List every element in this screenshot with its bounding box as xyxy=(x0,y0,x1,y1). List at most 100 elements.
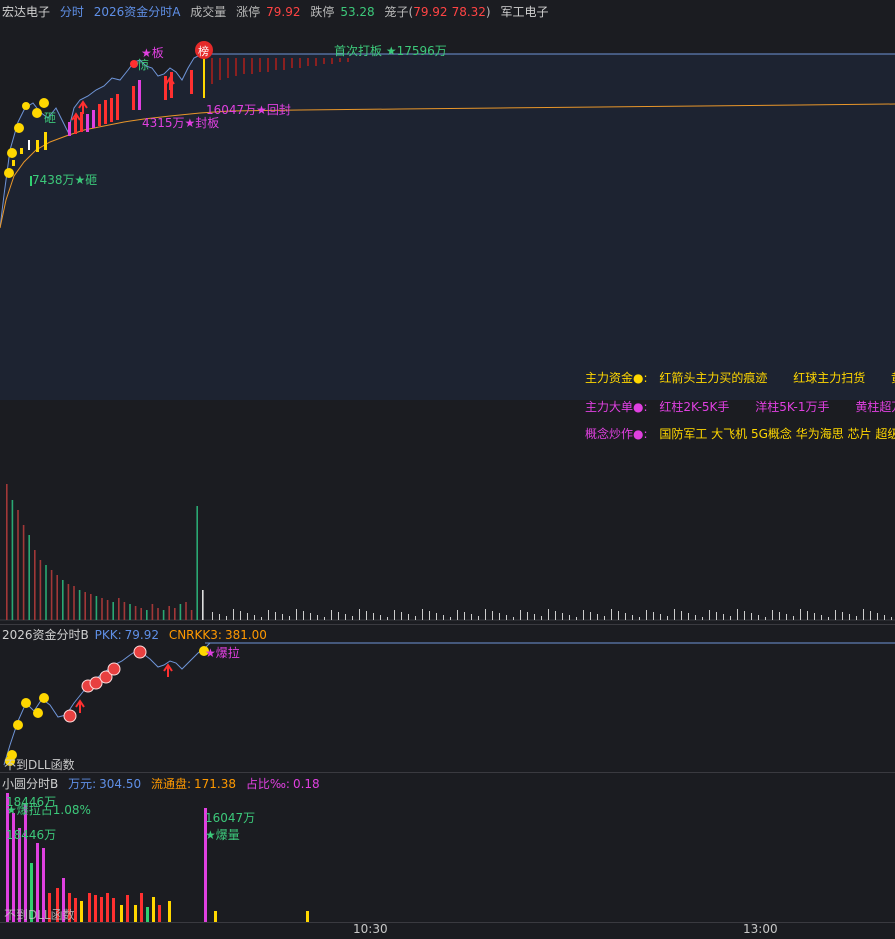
legend-row1-item3: 黄 xyxy=(891,371,895,385)
volume-bar xyxy=(324,617,325,620)
volume-bar xyxy=(499,613,500,620)
volume-bar xyxy=(310,613,311,620)
volume-bar xyxy=(168,606,170,620)
volume-bar xyxy=(450,617,451,620)
volume-bar xyxy=(380,615,381,620)
volume-bar xyxy=(618,611,619,620)
volume-bar xyxy=(541,616,542,620)
volume-bar xyxy=(56,575,58,620)
volume-bar xyxy=(646,610,647,620)
volume-bar xyxy=(84,592,86,620)
volume-bar xyxy=(233,609,234,620)
volume-bar xyxy=(118,598,120,620)
volume-bar xyxy=(807,611,808,620)
volume-bar xyxy=(157,608,159,620)
volume-bar xyxy=(534,614,535,620)
volume-bar xyxy=(660,614,661,620)
volume-bar xyxy=(891,617,892,620)
volume-bar xyxy=(443,615,444,620)
volume-bar xyxy=(50,570,53,620)
legend-row2-item3: 黄柱超万 xyxy=(855,400,895,414)
panel-b-burst-label: ★爆拉 xyxy=(205,646,240,660)
volume-bar xyxy=(625,613,626,620)
volume-bar xyxy=(436,613,437,620)
panel-c-bar xyxy=(146,907,149,923)
volume-bar xyxy=(576,617,577,620)
volume-bar xyxy=(359,609,360,620)
volume-bar xyxy=(345,614,346,620)
volume-bar xyxy=(583,610,584,620)
volume-bar xyxy=(6,484,8,620)
volume-bar xyxy=(162,610,165,620)
panel-b[interactable]: 2026资金分时B PKK: 79.92 CNRKK3: 381.00 ★爆拉 不到… xyxy=(0,624,895,773)
volume-bar xyxy=(464,612,465,620)
volume-bar xyxy=(394,610,395,620)
volume-bar xyxy=(22,525,25,620)
time-label-1030: 10:30 xyxy=(353,922,388,936)
panel-c-svg xyxy=(6,793,309,923)
volume-bar xyxy=(457,610,458,620)
volume-bar xyxy=(674,609,675,620)
volume-bar xyxy=(296,609,297,620)
legend-row3-text: 国防军工 大飞机 5G概念 华为海思 芯片 超级 xyxy=(659,427,895,441)
volume-bar xyxy=(45,565,47,620)
legend-row1-item1: 红箭头主力买的痕迹 xyxy=(659,371,768,385)
volume-bar xyxy=(527,612,528,620)
volume-bar xyxy=(62,580,64,620)
volume-bar xyxy=(688,613,689,620)
volume-bar xyxy=(702,617,703,620)
volume-bar xyxy=(415,616,416,620)
volume-bar xyxy=(219,614,220,620)
volume-bar xyxy=(289,616,290,620)
volume-bar xyxy=(196,506,198,620)
legend-row2-item1: 红柱2K-5K手 xyxy=(659,400,730,414)
main-intraday-panel[interactable]: 宏达电子 分时 2026资金分时A 成交量 涨停 79.92 跌停 53.28 笼子… xyxy=(0,0,895,624)
volume-bar xyxy=(212,612,213,620)
panel-b-svg xyxy=(3,642,895,766)
volume-bar xyxy=(737,609,738,620)
panel-c-dll-text: 不到DLL函数 xyxy=(4,908,75,922)
panel-c-bar xyxy=(80,901,83,923)
volume-bar xyxy=(140,608,142,620)
volume-bar xyxy=(730,616,731,620)
panel-b-dll-text: 不到DLL函数 xyxy=(4,758,75,772)
za-top-label: 砸 xyxy=(44,111,57,125)
panel-c-bar xyxy=(88,893,91,923)
legend-row2-item2: 洋柱5K-1万手 xyxy=(755,400,830,414)
volume-bar xyxy=(821,615,822,620)
volume-bar xyxy=(11,500,14,620)
legend-row-concepts: 概念炒作●: 国防军工 大飞机 5G概念 华为海思 芯片 超级 xyxy=(585,425,895,442)
panel-b-line xyxy=(3,642,211,766)
volume-bar xyxy=(151,604,154,620)
volume-bar xyxy=(744,611,745,620)
volume-bar xyxy=(240,611,241,620)
legend-row1-item2: 红球主力扫货 xyxy=(793,371,866,385)
volume-bar xyxy=(506,615,507,620)
panel-b-yellow-balls xyxy=(5,646,209,766)
volume-bar xyxy=(254,615,255,620)
volume-bar xyxy=(317,615,318,620)
panel-c-burst-ratio: ★爆拉占1.08% xyxy=(6,803,91,817)
volume-bar xyxy=(185,602,187,620)
panel-c-bar xyxy=(140,893,143,923)
legend-row2-title: 主力大单●: xyxy=(585,400,648,414)
volume-bar xyxy=(226,616,227,620)
panel-c-bar xyxy=(134,905,137,923)
volume-bar xyxy=(478,616,479,620)
volume-bar xyxy=(129,604,131,620)
volume-bar xyxy=(751,613,752,620)
volume-bar xyxy=(632,615,633,620)
limit-badge-label: 榜 xyxy=(198,45,209,58)
volume-bar xyxy=(387,617,388,620)
volume-bar xyxy=(849,614,850,620)
jing-label: 惊 xyxy=(137,58,150,72)
panel-c-amount2: 18446万 xyxy=(6,828,57,842)
volume-bar xyxy=(179,604,182,620)
volume-bar xyxy=(562,613,563,620)
za-bottom-label: 7438万★砸 xyxy=(32,173,98,187)
panel-c[interactable]: 小圆分时B 万元: 304.50 流通盘: 171.38 占比‰: 0.18 1844… xyxy=(0,772,895,923)
volume-bar xyxy=(352,616,353,620)
volume-bar xyxy=(123,602,126,620)
volume-bar xyxy=(520,610,521,620)
panel-c-bar xyxy=(100,897,103,923)
